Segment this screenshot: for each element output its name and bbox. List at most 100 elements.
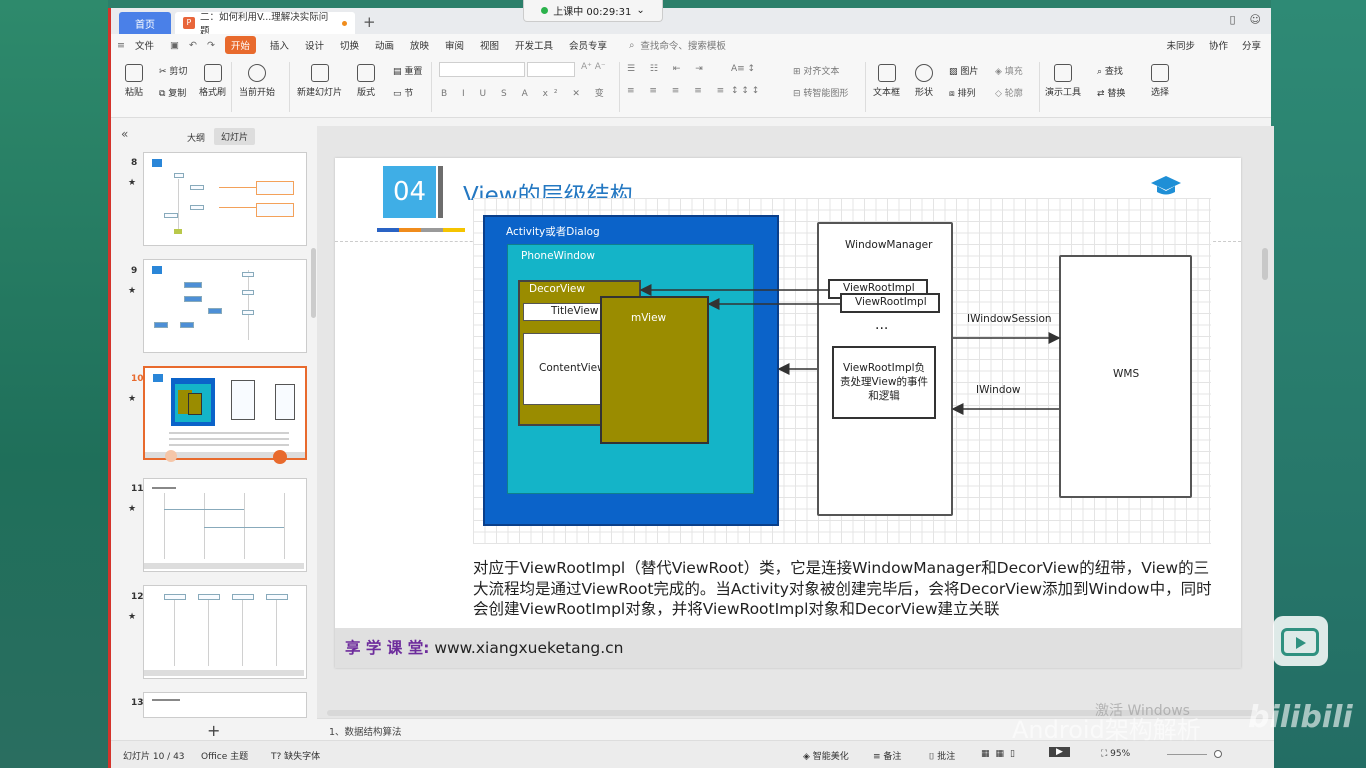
comments-toggle[interactable]: ⌷ 批注 bbox=[929, 749, 955, 762]
paragraph-align-buttons[interactable]: ≡ ≡ ≡ ≡ ≡ bbox=[627, 86, 730, 96]
textbox-button[interactable]: 文本框 bbox=[873, 64, 900, 98]
align-text-button[interactable]: ⊞ 对齐文本 bbox=[793, 64, 839, 77]
outline-icon: ◇ bbox=[995, 89, 1005, 99]
layout-icon[interactable]: ▯ bbox=[1229, 13, 1235, 26]
fit-window-button[interactable]: ⛶ 95% bbox=[1101, 749, 1130, 759]
font-size-select[interactable] bbox=[527, 62, 575, 77]
slide-thumbnail-selected[interactable] bbox=[143, 366, 307, 464]
search-icon[interactable]: ⌕ bbox=[629, 40, 634, 51]
bilibili-watermark: bilibili bbox=[1248, 700, 1353, 735]
thumb-line bbox=[208, 600, 209, 666]
font-grow-icon[interactable]: A⁺ A⁻ bbox=[581, 62, 606, 72]
fill-button[interactable]: ◈ 填充 bbox=[995, 64, 1023, 77]
play-slideshow-button[interactable]: ▶ bbox=[1049, 747, 1070, 757]
pane-scrollbar[interactable] bbox=[311, 248, 316, 318]
new-slide-button[interactable]: 新建幻灯片 bbox=[297, 64, 342, 98]
collaborate-button[interactable]: 协作 bbox=[1209, 38, 1228, 52]
cut-button[interactable]: ✂ 剪切 bbox=[159, 64, 187, 77]
slide-thumbnail[interactable] bbox=[143, 478, 307, 572]
tab-home[interactable]: 首页 bbox=[119, 12, 171, 34]
pane-tabs: « 大纲 幻灯片 bbox=[111, 126, 317, 148]
missing-font-button[interactable]: T? 缺失字体 bbox=[271, 749, 320, 762]
add-slide-button[interactable]: + bbox=[207, 721, 220, 740]
notes-toggle-label: 备注 bbox=[883, 752, 902, 762]
align-text-label: 对齐文本 bbox=[803, 67, 840, 77]
reset-button[interactable]: ▤ 重置 bbox=[393, 64, 422, 77]
hamburger-menu-icon[interactable]: ≡ bbox=[117, 40, 125, 51]
thumb-orange-line bbox=[219, 207, 257, 208]
menu-member[interactable]: 会员专享 bbox=[569, 38, 607, 52]
menu-view[interactable]: 视图 bbox=[480, 38, 499, 52]
paste-button[interactable]: 粘贴 bbox=[125, 64, 143, 98]
thumb-wm-box bbox=[231, 380, 255, 420]
play-slide-icon[interactable] bbox=[165, 450, 177, 462]
tab-slides[interactable]: 幻灯片 bbox=[214, 128, 256, 145]
collapse-pane-icon[interactable]: « bbox=[121, 127, 128, 141]
theme-name[interactable]: Office 主题 bbox=[201, 749, 248, 762]
zoom-slider[interactable] bbox=[1167, 754, 1207, 755]
slide-thumbnail[interactable] bbox=[143, 692, 307, 718]
redo-icon[interactable]: ↷ bbox=[207, 40, 215, 51]
copy-button[interactable]: ⧉ 复制 bbox=[159, 86, 186, 99]
smart-beautify-button[interactable]: ◈ 智能美化 bbox=[803, 749, 849, 762]
smart-art-button[interactable]: ⊟ 转智能图形 bbox=[793, 86, 848, 99]
animation-star-icon: ★ bbox=[128, 286, 137, 296]
replace-button[interactable]: ⇄ 替换 bbox=[1097, 86, 1125, 99]
new-tab-button[interactable]: + bbox=[363, 12, 376, 34]
menu-design[interactable]: 设计 bbox=[305, 38, 324, 52]
format-painter-button[interactable]: 格式刷 bbox=[199, 64, 226, 98]
menu-start[interactable]: 开始 bbox=[224, 36, 256, 54]
outline-button[interactable]: ◇ 轮廓 bbox=[995, 86, 1023, 99]
animation-star-icon: ★ bbox=[128, 178, 137, 188]
presenter-tools-button[interactable]: 演示工具 bbox=[1045, 64, 1081, 98]
sync-status[interactable]: 未同步 bbox=[1166, 38, 1195, 52]
desktop-background-left bbox=[0, 0, 108, 768]
canvas-vertical-scrollbar[interactable] bbox=[1262, 248, 1268, 280]
command-search[interactable]: 查找命令、搜索模板 bbox=[640, 38, 726, 52]
layout-button[interactable]: 版式 bbox=[357, 64, 375, 98]
menu-developer[interactable]: 开发工具 bbox=[515, 38, 553, 52]
zoom-slider-handle[interactable] bbox=[1214, 750, 1222, 758]
line-spacing-icon[interactable]: A≡ ↕ bbox=[731, 64, 755, 74]
slide-number: 10 bbox=[131, 374, 144, 384]
find-button[interactable]: ⌕ 查找 bbox=[1097, 64, 1123, 77]
menu-animation[interactable]: 动画 bbox=[375, 38, 394, 52]
zoom-level: 95% bbox=[1110, 749, 1131, 759]
add-slide-icon[interactable] bbox=[273, 450, 287, 464]
picture-button[interactable]: ▨ 图片 bbox=[949, 64, 978, 77]
menu-slideshow[interactable]: 放映 bbox=[410, 38, 429, 52]
menu-transition[interactable]: 切换 bbox=[340, 38, 359, 52]
section-button[interactable]: ▭ 节 bbox=[393, 86, 413, 99]
slide-thumbnail[interactable] bbox=[143, 259, 307, 353]
smart-art-icon: ⊟ bbox=[793, 89, 804, 99]
layout-grid-icon bbox=[357, 64, 375, 82]
font-family-select[interactable] bbox=[439, 62, 525, 77]
recording-indicator[interactable]: 上课中 00:29:31 ⌄ bbox=[523, 0, 663, 22]
thumb-line bbox=[174, 600, 175, 666]
undo-icon[interactable]: ↶ bbox=[189, 40, 197, 51]
tab-document[interactable]: P 二：如何利用V...理解决实际问题 bbox=[175, 12, 355, 37]
notes-toggle[interactable]: ≡ 备注 bbox=[873, 749, 901, 762]
play-from-current-button[interactable]: 当前开始 bbox=[239, 64, 275, 98]
select-button[interactable]: 选择 bbox=[1151, 64, 1169, 98]
slide-thumbnail[interactable] bbox=[143, 152, 307, 246]
arrange-button[interactable]: ⧈ 排列 bbox=[949, 86, 976, 99]
list-buttons[interactable]: ☰ ☷ ⇤ ⇥ bbox=[627, 64, 709, 74]
view-mode-icons[interactable]: ▦▦▯ bbox=[981, 749, 1021, 759]
text-direction-icon[interactable]: ↕ ↕ ↕ bbox=[731, 86, 759, 96]
thumb-shape bbox=[198, 594, 220, 600]
shape-button[interactable]: 形状 bbox=[915, 64, 933, 98]
thumb-line bbox=[164, 493, 165, 559]
slide-thumbnail[interactable] bbox=[143, 585, 307, 679]
share-button[interactable]: 分享 bbox=[1242, 38, 1261, 52]
user-avatar-icon[interactable]: ☺ bbox=[1250, 13, 1261, 26]
thumb-line bbox=[276, 600, 277, 666]
menu-insert[interactable]: 插入 bbox=[270, 38, 289, 52]
save-icon[interactable]: ▣ bbox=[170, 40, 179, 51]
menu-file[interactable]: 文件 bbox=[135, 38, 154, 52]
font-style-buttons[interactable]: B I U S A x² ✕ 变 bbox=[441, 86, 610, 99]
tab-outline[interactable]: 大纲 bbox=[187, 131, 205, 144]
brush-icon bbox=[203, 64, 222, 82]
menu-review[interactable]: 审阅 bbox=[445, 38, 464, 52]
new-slide-label: 新建幻灯片 bbox=[297, 88, 343, 98]
